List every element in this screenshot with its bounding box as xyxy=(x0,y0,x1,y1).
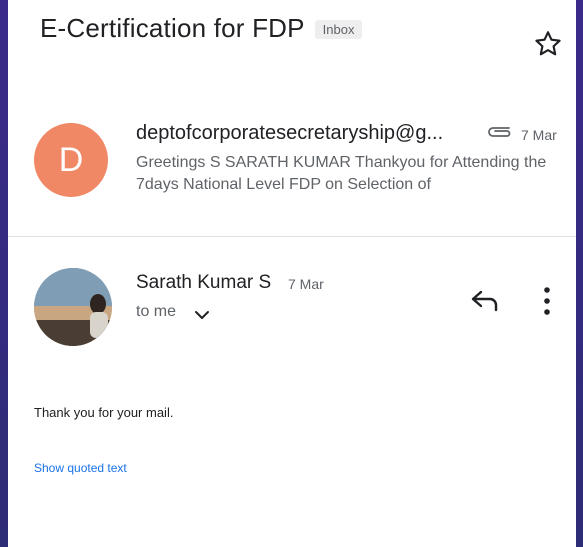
message-body: Thank you for your mail. xyxy=(34,405,174,420)
avatar-photo-image xyxy=(34,268,112,346)
more-vert-icon[interactable] xyxy=(542,286,552,316)
reply-icon[interactable] xyxy=(470,288,500,314)
sender-name: Sarath Kumar S xyxy=(136,272,272,293)
message-collapsed[interactable]: D deptofcorporatesecretaryship@g... 7 Ma… xyxy=(8,108,576,236)
avatar[interactable]: D xyxy=(34,123,108,197)
recipient-details[interactable]: to me xyxy=(136,303,176,321)
paperclip-icon xyxy=(488,127,511,137)
email-screen: E-Certification for FDP Inbox D deptofco… xyxy=(8,0,576,547)
inbox-label-badge[interactable]: Inbox xyxy=(314,19,363,39)
message-snippet: Greetings S SARATH KUMAR Thankyou for At… xyxy=(136,154,547,193)
subject-row: E-Certification for FDP Inbox xyxy=(40,8,576,48)
show-quoted-text-link[interactable]: Show quoted text xyxy=(34,461,127,475)
sender-name: deptofcorporatesecretaryship@g... xyxy=(136,122,444,144)
star-icon[interactable] xyxy=(532,28,564,60)
avatar[interactable] xyxy=(34,268,112,346)
message-date: 7 Mar xyxy=(288,276,324,292)
message-date: 7 Mar xyxy=(521,127,557,143)
message-divider xyxy=(8,236,576,237)
chevron-down-icon[interactable] xyxy=(194,308,210,322)
email-subject: E-Certification for FDP xyxy=(40,12,305,43)
